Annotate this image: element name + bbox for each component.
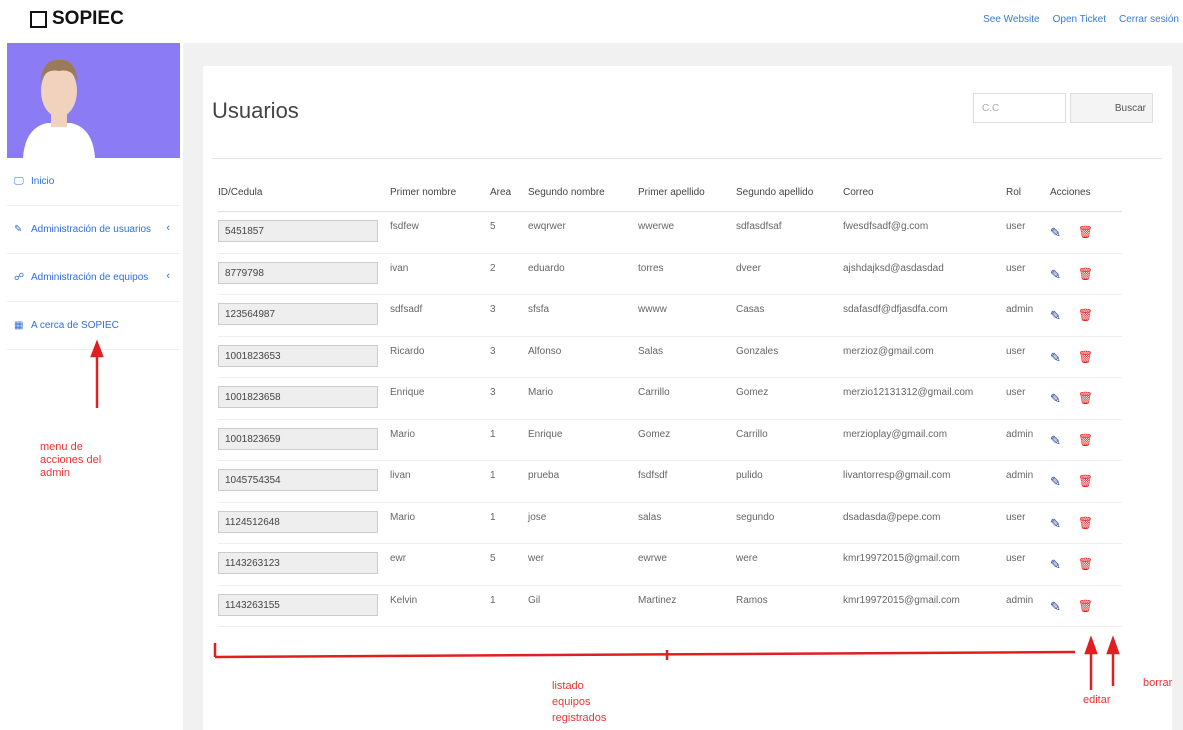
menu-arrow-head <box>90 339 104 358</box>
annotation-editar: editar <box>1083 694 1111 706</box>
annotation-overlay <box>90 339 1120 690</box>
annotation-listado: listado equipos registrados <box>552 680 607 724</box>
bracket-bottom <box>214 650 1076 659</box>
borrar-arrow-head <box>1106 635 1120 655</box>
editar-arrow-head <box>1084 635 1098 655</box>
annotation-menu: menu de acciones del admin <box>40 441 102 479</box>
annotation-borrar: borrar <box>1143 677 1173 689</box>
